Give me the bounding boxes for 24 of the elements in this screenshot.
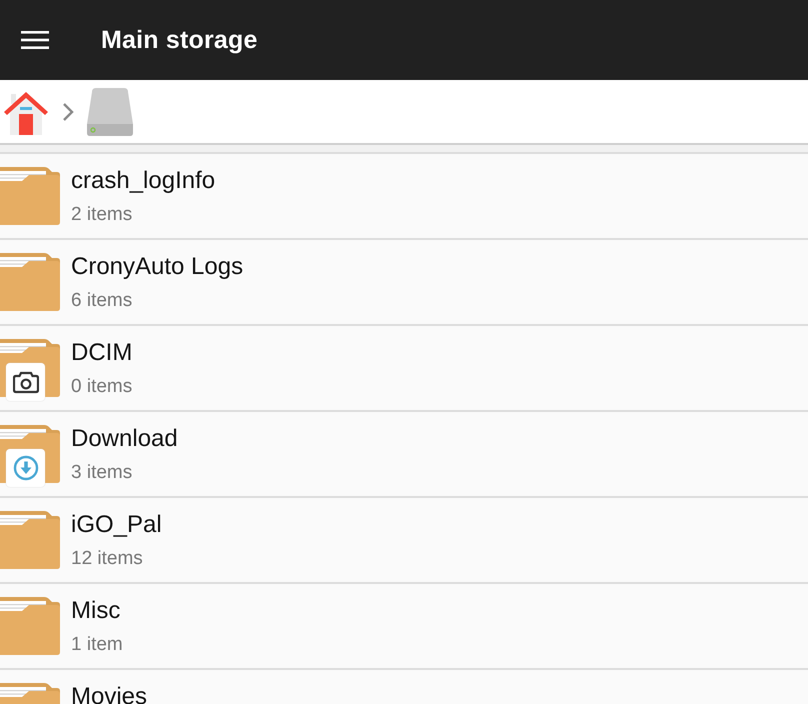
folder-icon: [0, 597, 60, 655]
folder-icon: [0, 167, 60, 225]
item-count: 3 items: [71, 461, 134, 484]
menu-icon: [21, 31, 49, 49]
home-icon[interactable]: [3, 90, 49, 136]
folder-icon: [0, 511, 60, 569]
hard-drive-icon[interactable]: [86, 88, 134, 136]
item-count: 0 items: [71, 375, 132, 398]
chevron-right-icon: [62, 102, 74, 120]
camera-icon: [6, 363, 45, 401]
item-count: 1 item: [71, 633, 123, 656]
folder-name: Download: [71, 425, 178, 452]
download-icon: [6, 449, 45, 487]
folder-name: iGO_Pal: [71, 511, 162, 538]
item-count: 6 items: [71, 289, 134, 312]
item-count: 12 items: [71, 547, 144, 570]
folder-name: DCIM: [71, 339, 132, 366]
folder-icon: [0, 253, 60, 311]
folder-name: Misc: [71, 597, 122, 624]
screen-title: Main storage: [101, 26, 258, 54]
folder-name: CronyAuto Logs: [71, 253, 244, 280]
folder-name: Movies: [71, 683, 148, 704]
folder-name: crash_logInfo: [71, 167, 216, 194]
item-count: 2 items: [71, 203, 134, 226]
